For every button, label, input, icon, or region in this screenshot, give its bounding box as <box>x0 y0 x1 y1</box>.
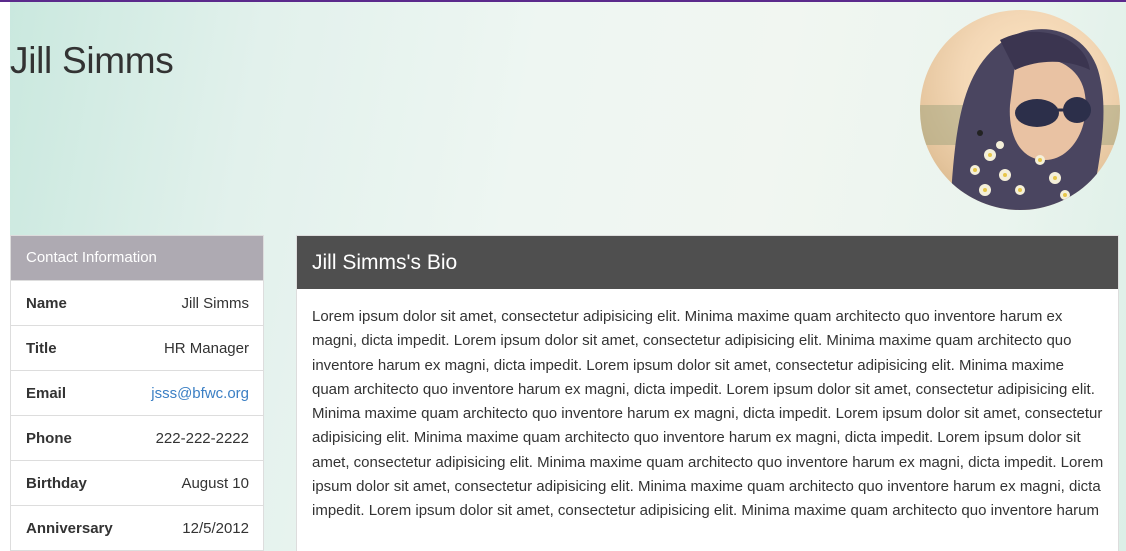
contact-label: Birthday <box>26 474 87 492</box>
contact-row-title: Title HR Manager <box>11 326 263 371</box>
left-margin <box>0 2 10 551</box>
contact-label: Email <box>26 384 67 402</box>
contact-label: Phone <box>26 429 72 447</box>
contact-row-anniversary: Anniversary 12/5/2012 <box>11 506 263 551</box>
profile-name-heading: Jill Simms <box>10 40 174 81</box>
profile-page: Jill Simms Contact Information Name Jill… <box>0 0 1126 551</box>
contact-label: Name <box>26 294 67 312</box>
contact-value: HR Manager <box>163 339 249 357</box>
email-link[interactable]: jsss@bfwc.org <box>151 385 249 402</box>
contact-row-phone: Phone 222-222-2222 <box>11 416 263 461</box>
contact-value: Jill Simms <box>181 294 250 312</box>
profile-photo-icon <box>920 29 1120 210</box>
contact-label: Anniversary <box>26 519 113 537</box>
contact-value: 12/5/2012 <box>182 519 249 537</box>
contact-label: Title <box>26 339 57 357</box>
contact-row-birthday: Birthday August 10 <box>11 461 263 506</box>
contact-row-email: Email jsss@bfwc.org <box>11 371 263 416</box>
bio-text: Lorem ipsum dolor sit amet, consectetur … <box>312 308 1104 520</box>
contact-panel-header: Contact Information <box>11 236 263 281</box>
top-accent-bar <box>0 0 1126 2</box>
contact-value: 222-222-2222 <box>155 429 249 447</box>
bio-panel-header: Jill Simms's Bio <box>297 236 1118 289</box>
bio-panel: Jill Simms's Bio Lorem ipsum dolor sit a… <box>296 235 1119 551</box>
contact-row-name: Name Jill Simms <box>11 281 263 326</box>
contact-information-panel: Contact Information Name Jill Simms Titl… <box>10 235 264 551</box>
contact-value: August 10 <box>181 474 249 492</box>
profile-photo-avatar <box>920 10 1120 210</box>
